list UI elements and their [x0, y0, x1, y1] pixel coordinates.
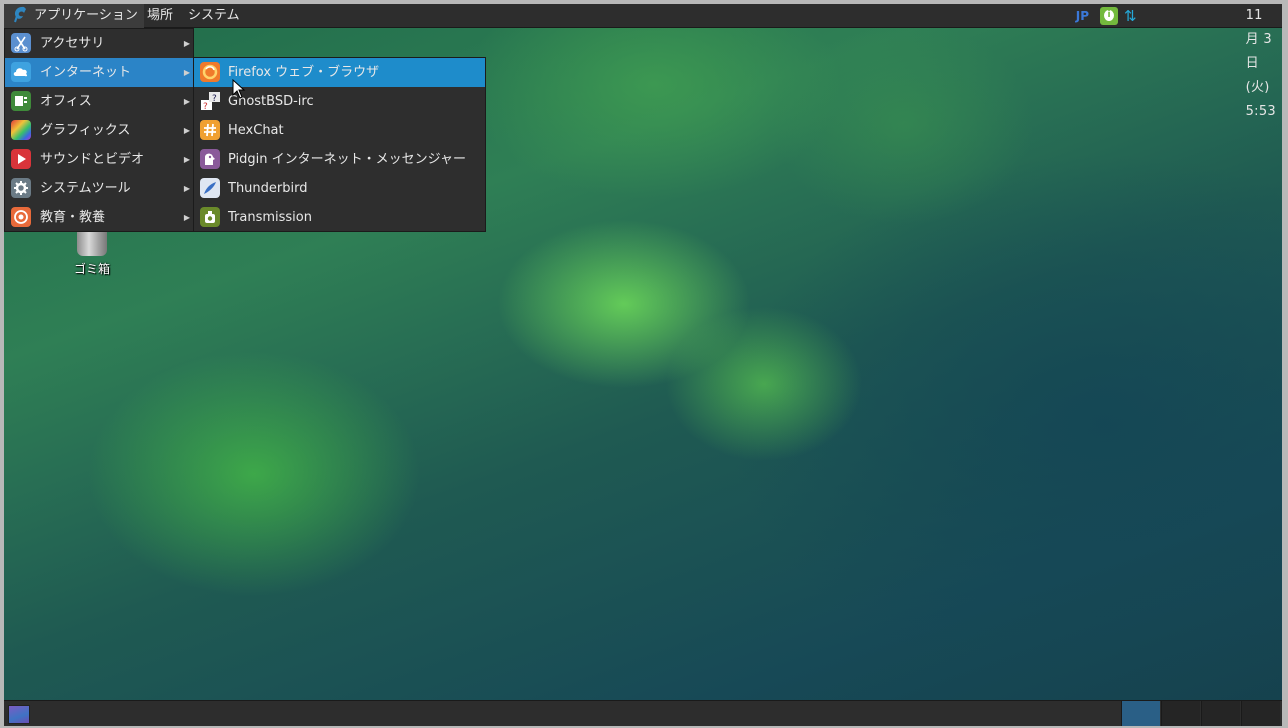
bottom-panel [4, 700, 1282, 726]
firefox-icon [200, 62, 220, 82]
trash-label: ゴミ箱 [73, 262, 110, 276]
applications-menu-label: アプリケーション [34, 8, 138, 23]
submenu-arrow-icon: ▶ [183, 213, 190, 222]
menu-item-label: Pidgin インターネット・メッセンジャー [228, 152, 467, 167]
education-icon [11, 207, 31, 227]
desktop-screen: アプリケーション 場所 システム JP i ⇅ 11月 3日 (火) 5:53 … [4, 4, 1282, 726]
irc-icon: ?? [200, 91, 220, 112]
network-icon[interactable]: ⇅ [1124, 8, 1142, 24]
menu-item-label: Transmission [228, 210, 312, 225]
workspace-1[interactable] [1121, 701, 1160, 726]
menu-item-accessories[interactable]: アクセサリ ▶ [5, 29, 193, 58]
submenu-arrow-icon: ▶ [183, 155, 190, 164]
workspace-4[interactable] [1241, 701, 1280, 726]
hexchat-icon [200, 120, 220, 140]
workspace-3[interactable] [1201, 701, 1240, 726]
menu-item-education[interactable]: 教育・教養 ▶ [5, 203, 193, 232]
keyboard-layout-indicator[interactable]: JP [1076, 4, 1089, 28]
menu-item-thunderbird[interactable]: Thunderbird [194, 174, 485, 203]
office-icon [11, 91, 31, 111]
system-menu-label: システム [188, 8, 240, 23]
menu-item-label: インターネット [40, 65, 132, 80]
menu-item-pidgin[interactable]: Pidgin インターネット・メッセンジャー [194, 145, 485, 174]
applications-menu-button[interactable]: アプリケーション [4, 4, 144, 28]
submenu-arrow-icon: ▶ [183, 126, 190, 135]
system-tools-icon [11, 178, 31, 198]
sound-video-icon [11, 149, 31, 169]
submenu-arrow-icon: ▶ [183, 68, 190, 77]
menu-item-label: アクセサリ [40, 36, 105, 51]
applications-menu: アクセサリ ▶ インターネット ▶ オフィス ▶ グラフィックス ▶ サウンドと… [4, 28, 194, 232]
menu-item-label: Firefox ウェブ・ブラウザ [228, 65, 380, 80]
top-panel: アプリケーション 場所 システム JP i ⇅ 11月 3日 (火) 5:53 [4, 4, 1282, 119]
menu-item-label: グラフィックス [40, 123, 131, 138]
menu-item-label: オフィス [40, 94, 92, 109]
submenu-arrow-icon: ▶ [183, 97, 190, 106]
trash-icon [77, 228, 107, 256]
menu-item-internet[interactable]: インターネット ▶ [5, 58, 193, 87]
system-menu-button[interactable]: システム [182, 4, 246, 28]
menu-item-label: Thunderbird [228, 181, 308, 196]
svg-text:?: ? [203, 102, 208, 112]
menu-item-sound-video[interactable]: サウンドとビデオ ▶ [5, 145, 193, 174]
graphics-icon [11, 120, 31, 140]
show-desktop-button[interactable] [8, 705, 30, 724]
places-menu-label: 場所 [147, 8, 174, 23]
menu-item-office[interactable]: オフィス ▶ [5, 87, 193, 116]
accessories-icon [11, 33, 31, 53]
menu-item-graphics[interactable]: グラフィックス ▶ [5, 116, 193, 145]
ghostbsd-logo-icon [14, 6, 26, 23]
pidgin-icon [200, 149, 220, 169]
workspace-2[interactable] [1161, 701, 1200, 726]
menu-item-transmission[interactable]: Transmission [194, 203, 485, 232]
trash-desktop-icon[interactable]: ゴミ箱 [67, 228, 117, 277]
places-menu-button[interactable]: 場所 [141, 4, 179, 28]
menu-item-system-tools[interactable]: システムツール ▶ [5, 174, 193, 203]
thunderbird-icon [200, 178, 220, 198]
menu-item-label: 教育・教養 [40, 210, 106, 225]
submenu-arrow-icon: ▶ [183, 184, 190, 193]
transmission-icon [200, 207, 220, 227]
clock[interactable]: 11月 3日 (火) 5:53 [1246, 4, 1276, 124]
submenu-arrow-icon: ▶ [183, 39, 190, 48]
menu-item-hexchat[interactable]: HexChat [194, 116, 485, 145]
menu-item-label: HexChat [228, 123, 284, 138]
menu-item-label: サウンドとビデオ [40, 152, 145, 167]
svg-text:?: ? [212, 94, 217, 104]
mouse-cursor-icon [232, 79, 246, 99]
internet-icon [11, 62, 31, 82]
info-icon[interactable]: i [1100, 7, 1118, 25]
menu-item-label: システムツール [40, 181, 131, 196]
